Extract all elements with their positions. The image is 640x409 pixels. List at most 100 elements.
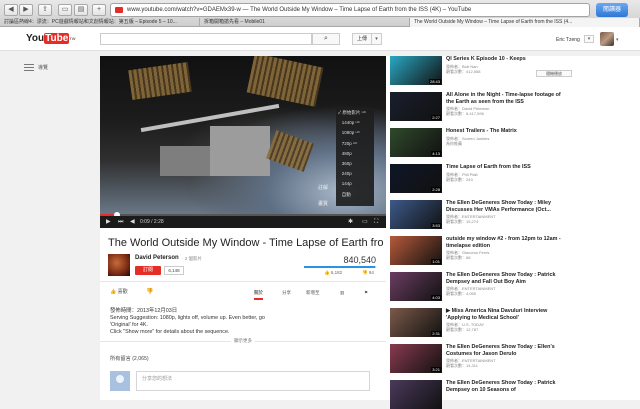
related-video-title[interactable]: QI Series K Episode 10 - Keeps — [446, 56, 566, 63]
browser-chrome: ◀ ▶ ⇪ ▭ ▤ + www.youtube.com/watch?v=GDAE… — [0, 0, 640, 27]
theater-icon[interactable]: ▭ — [362, 218, 368, 226]
annotations-label[interactable]: 註解 — [318, 184, 328, 191]
show-more-button[interactable]: 顯示更多 — [100, 338, 386, 344]
like-count: 👍 6,182 — [324, 270, 343, 275]
quality-option[interactable]: 1440p HD — [338, 120, 372, 125]
comment-input[interactable]: 分享您的想法 — [136, 371, 370, 391]
related-video-item[interactable]: 4:03 The Ellen DeGeneres Show Today : Pat… — [390, 272, 636, 301]
related-video-title[interactable]: All Alone in the Night - Time-lapse foot… — [446, 92, 566, 105]
like-button[interactable]: 👍 喜歡 — [110, 288, 128, 295]
related-video-item[interactable]: The Ellen DeGeneres Show Today : Patrick… — [390, 380, 636, 409]
play-icon[interactable]: ▶ — [106, 218, 111, 226]
reader-button[interactable]: 閱讀器 — [596, 3, 628, 17]
guide-menu-icon[interactable] — [24, 64, 34, 73]
related-video-title[interactable]: The Ellen DeGeneres Show Today : Miley D… — [446, 200, 566, 213]
related-video-item[interactable]: 4:13 Honest Trailers - The Matrix 發佈者：Scre… — [390, 128, 636, 157]
related-video-title[interactable]: Time Lapse of Earth from the ISS — [446, 164, 566, 171]
back-icon[interactable]: ◀ — [4, 4, 18, 16]
tabs-icon[interactable]: ▤ — [74, 4, 88, 16]
tab-about[interactable]: 關於 — [254, 290, 263, 300]
related-video-item[interactable]: 2:27 All Alone in the Night - Time-lapse … — [390, 92, 636, 121]
fullscreen-icon[interactable]: ⛶ — [374, 218, 378, 226]
guide-label[interactable]: 導覽 — [38, 64, 48, 71]
share-icon[interactable]: ⇪ — [38, 4, 52, 16]
quality-option[interactable]: 480p — [338, 151, 372, 156]
add-tab-icon[interactable]: + — [92, 4, 106, 16]
related-video-thumbnail[interactable]: 2:27 — [390, 92, 442, 121]
tab-add-to[interactable]: 新增至 — [306, 290, 320, 296]
description-line: Serving Suggestion: 1080p, lights off, v… — [110, 315, 265, 321]
related-video-thumbnail[interactable]: 28:43 — [390, 56, 442, 85]
related-video-thumbnail[interactable]: 1:01 — [390, 236, 442, 265]
account-dropdown-icon[interactable]: ▾ — [616, 37, 619, 43]
subscriber-count: 6,148 — [164, 266, 184, 275]
quality-option[interactable]: 1080p HD — [338, 130, 372, 135]
related-video-thumbnail[interactable]: 3:21 — [390, 344, 442, 373]
username[interactable]: Eric Tzeng — [556, 37, 580, 43]
related-video-item[interactable]: 1:01 outside my window #2 - from 12pm to … — [390, 236, 636, 265]
browser-tab[interactable]: 討論區熱線4：漂流：PC遊戲情報站和文創情報站：第五版 – Episode 5 … — [0, 18, 200, 27]
channel-video-count[interactable]: · 2 個影片 — [182, 256, 202, 262]
upload-button[interactable]: 上傳 — [352, 33, 372, 45]
forward-icon[interactable]: ▶ — [19, 4, 33, 16]
related-video-views: 觀看次數：12,787 — [446, 327, 479, 332]
dislike-button[interactable]: 👎 — [146, 288, 153, 295]
youtube-logo[interactable]: YouTubeTW — [26, 33, 76, 45]
like-ratio-bar — [304, 266, 376, 268]
channel-name[interactable]: David Peterson — [135, 255, 179, 261]
related-video-thumbnail[interactable]: 3:53 — [390, 200, 442, 229]
related-video-title[interactable]: The Ellen DeGeneres Show Today : Ellen's… — [446, 344, 566, 357]
video-duration: 28:43 — [428, 79, 441, 84]
browser-tab[interactable]: 拆箱開箱搶先看 – Mobile01 — [200, 18, 410, 27]
youtube-header: YouTubeTW ⌕ 上傳 ▾ Eric Tzeng ▾ ▾ — [0, 27, 640, 51]
related-video-thumbnail[interactable]: 2:28 — [390, 164, 442, 193]
search-button[interactable]: ⌕ — [312, 33, 340, 45]
browser-tab-active[interactable]: The World Outside My Window ‒ Time Lapse… — [410, 18, 640, 27]
subscribe-label: 訂閱 — [142, 267, 153, 273]
volume-icon[interactable]: ◀ — [130, 218, 135, 226]
quality-option[interactable]: 144p — [338, 181, 372, 186]
address-bar-url: www.youtube.com/watch?v=GDAEMx39-w ― The… — [127, 7, 472, 13]
related-video-thumbnail[interactable] — [390, 380, 442, 409]
time-display: 0:09 / 2:28 — [140, 219, 164, 225]
quality-option[interactable]: ✓ 原始影片 HD — [338, 110, 372, 116]
channel-avatar[interactable] — [108, 254, 130, 276]
related-video-title[interactable]: The Ellen DeGeneres Show Today : Patrick… — [446, 380, 566, 393]
video-duration: 1:01 — [431, 259, 441, 264]
related-video-thumbnail[interactable]: 2:31 — [390, 308, 442, 337]
related-video-title[interactable]: outside my window #2 - from 12pm to 12am… — [446, 236, 566, 249]
related-video-title[interactable]: ▶ Miss America Nina Davuluri Interview '… — [446, 308, 566, 321]
video-title: The World Outside My Window - Time Lapse… — [108, 237, 384, 249]
related-video-item[interactable]: 3:21 The Ellen DeGeneres Show Today : Ell… — [390, 344, 636, 373]
like-ratio-fill — [304, 266, 375, 268]
video-player[interactable]: ✓ 原始影片 HD 1440p HD 1080p HD 720p HD 480p… — [100, 56, 386, 228]
tab-share[interactable]: 分享 — [282, 290, 291, 296]
quality-label[interactable]: 畫質 — [318, 200, 328, 207]
quality-option[interactable]: 360p — [338, 161, 372, 166]
settings-icon[interactable]: ✱ — [348, 218, 353, 226]
related-video-thumbnail[interactable]: 4:03 — [390, 272, 442, 301]
related-video-item[interactable]: 2:31 ▶ Miss America Nina Davuluri Intervi… — [390, 308, 636, 337]
quality-option[interactable]: 720p HD — [338, 141, 372, 146]
notifications-dropdown-icon[interactable]: ▾ — [584, 35, 594, 43]
stats-icon[interactable]: ▥ — [340, 290, 344, 296]
related-video-item[interactable]: 28:43 QI Series K Episode 10 - Keeps 發佈者：B… — [390, 56, 636, 85]
flag-icon[interactable]: ⚑ — [364, 290, 368, 296]
related-video-thumbnail[interactable]: 4:13 — [390, 128, 442, 157]
description-line: Click "Show more" for details about the … — [110, 329, 230, 335]
subscribe-button[interactable]: 訂閱 — [135, 266, 161, 275]
search-input[interactable] — [100, 33, 312, 45]
bookmarks-icon[interactable]: ▭ — [58, 4, 72, 16]
next-icon[interactable]: ⏭ — [118, 218, 123, 226]
upload-dropdown-icon[interactable]: ▾ — [372, 33, 382, 45]
related-video-title[interactable]: Honest Trailers - The Matrix — [446, 128, 566, 135]
quality-option[interactable]: 自動 — [338, 192, 372, 198]
related-video-title[interactable]: The Ellen DeGeneres Show Today : Patrick… — [446, 272, 566, 285]
address-bar[interactable]: www.youtube.com/watch?v=GDAEMx39-w ― The… — [110, 3, 590, 17]
quality-option[interactable]: 240p — [338, 171, 372, 176]
related-video-item[interactable]: 2:28 Time Lapse of Earth from the ISS 發佈者：… — [390, 164, 636, 193]
video-duration: 4:03 — [431, 295, 441, 300]
video-duration: 3:53 — [431, 223, 441, 228]
related-video-item[interactable]: 3:53 The Ellen DeGeneres Show Today : Mil… — [390, 200, 636, 229]
avatar[interactable] — [600, 32, 614, 46]
